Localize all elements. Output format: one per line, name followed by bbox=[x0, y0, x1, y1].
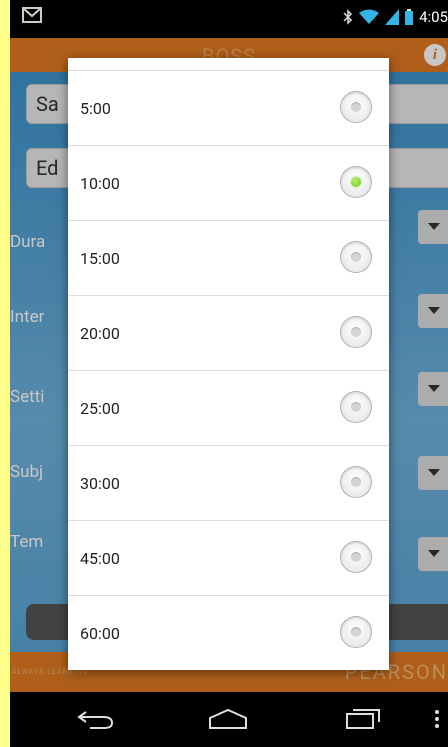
option-label: 10:00 bbox=[80, 174, 120, 193]
signal-icon bbox=[385, 9, 400, 25]
option-30-00[interactable]: 30:00 bbox=[68, 446, 389, 521]
radio-button[interactable] bbox=[341, 317, 371, 347]
option-60-00[interactable]: 60:00 bbox=[68, 596, 389, 670]
status-bar: 4:05 bbox=[10, 0, 448, 38]
radio-dot bbox=[351, 402, 361, 412]
home-icon[interactable] bbox=[208, 708, 248, 730]
recent-apps-icon[interactable] bbox=[345, 708, 381, 730]
option-5-00[interactable]: 5:00 bbox=[68, 71, 389, 146]
wifi-icon bbox=[359, 9, 380, 24]
radio-button[interactable] bbox=[341, 542, 371, 572]
radio-dot bbox=[351, 177, 361, 187]
radio-button[interactable] bbox=[341, 392, 371, 422]
radio-button[interactable] bbox=[341, 617, 371, 647]
status-time: 4:05 bbox=[419, 8, 448, 26]
battery-icon bbox=[405, 9, 414, 25]
radio-dot bbox=[351, 102, 361, 112]
dialog-top-edge bbox=[68, 58, 389, 71]
radio-dot bbox=[351, 552, 361, 562]
navigation-bar bbox=[10, 692, 448, 747]
radio-dot bbox=[351, 627, 361, 637]
option-label: 30:00 bbox=[80, 474, 120, 493]
option-label: 15:00 bbox=[80, 249, 120, 268]
back-icon[interactable] bbox=[76, 708, 114, 730]
status-icons: 4:05 bbox=[343, 8, 448, 26]
option-20-00[interactable]: 20:00 bbox=[68, 296, 389, 371]
gmail-notification-icon bbox=[22, 7, 42, 23]
phone-screen: 4:05 BOSS i Sa Ed Dura Inter Setti Subj … bbox=[10, 0, 448, 747]
radio-button[interactable] bbox=[341, 92, 371, 122]
option-label: 20:00 bbox=[80, 324, 120, 343]
option-45-00[interactable]: 45:00 bbox=[68, 521, 389, 596]
duration-picker-dialog: 5:00 10:00 15:00 20:00 25:00 30:00 45:00… bbox=[68, 58, 389, 670]
option-10-00[interactable]: 10:00 bbox=[68, 146, 389, 221]
radio-dot bbox=[351, 327, 361, 337]
option-15-00[interactable]: 15:00 bbox=[68, 221, 389, 296]
radio-dot bbox=[351, 252, 361, 262]
overflow-menu-icon[interactable] bbox=[434, 708, 440, 730]
option-label: 60:00 bbox=[80, 624, 120, 643]
option-list: 5:00 10:00 15:00 20:00 25:00 30:00 45:00… bbox=[68, 71, 389, 670]
radio-button[interactable] bbox=[341, 467, 371, 497]
option-label: 45:00 bbox=[80, 549, 120, 568]
option-label: 25:00 bbox=[80, 399, 120, 418]
bluetooth-icon bbox=[343, 9, 353, 25]
option-25-00[interactable]: 25:00 bbox=[68, 371, 389, 446]
radio-button[interactable] bbox=[341, 242, 371, 272]
option-label: 5:00 bbox=[80, 99, 111, 118]
radio-button-selected[interactable] bbox=[341, 167, 371, 197]
radio-dot bbox=[351, 477, 361, 487]
